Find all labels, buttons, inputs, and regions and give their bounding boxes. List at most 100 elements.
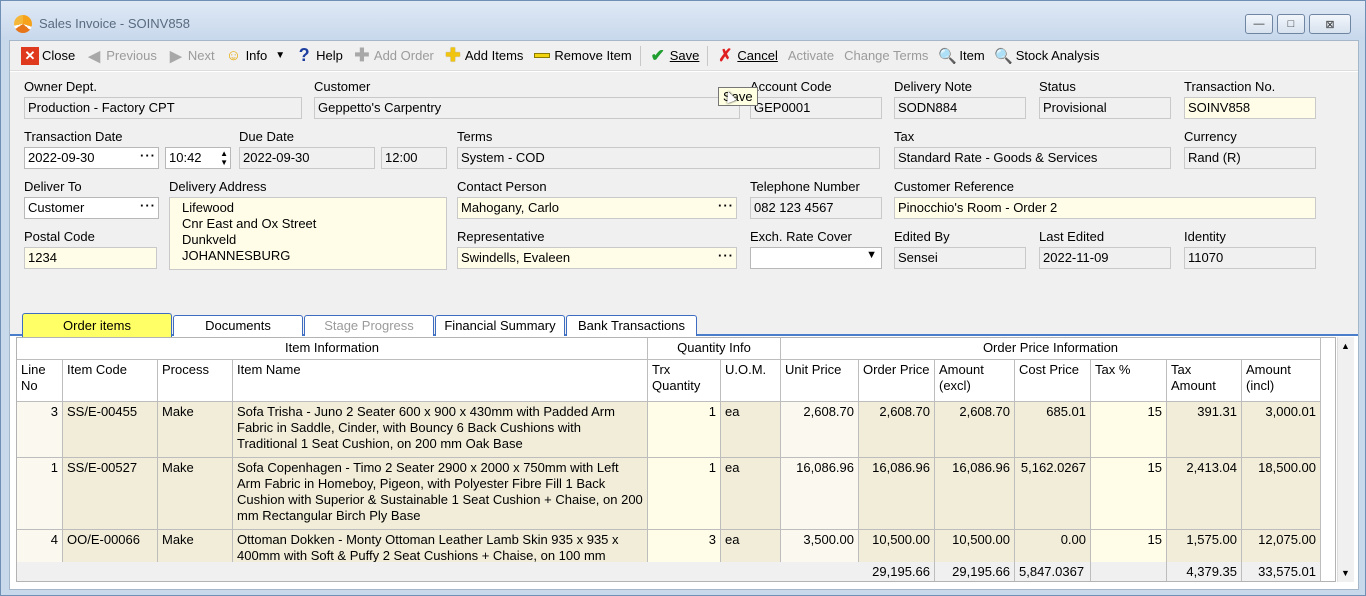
- cell-line-no[interactable]: 1: [17, 458, 63, 530]
- cell-amount-excl[interactable]: 2,608.70: [935, 402, 1015, 458]
- col-header-item-code[interactable]: Item Code: [63, 360, 158, 402]
- ellipsis-icon[interactable]: ···: [140, 148, 156, 163]
- exch-rate-cover-select[interactable]: ▼: [750, 247, 882, 269]
- transaction-no-field[interactable]: SOINV858: [1184, 97, 1316, 119]
- delivery-note-field[interactable]: SODN884: [894, 97, 1026, 119]
- tab-stage-progress[interactable]: Stage Progress: [304, 315, 434, 336]
- contact-person-field[interactable]: Mahogany, Carlo ···: [457, 197, 737, 219]
- cell-process[interactable]: Make: [158, 402, 233, 458]
- cell-item-code[interactable]: SS/E-00527: [63, 458, 158, 530]
- change-terms-button[interactable]: Change Terms: [839, 44, 933, 68]
- col-header-uom[interactable]: U.O.M.: [721, 360, 781, 402]
- ellipsis-icon[interactable]: ···: [140, 198, 156, 213]
- cell-uom[interactable]: ea: [721, 402, 781, 458]
- cell-item-code[interactable]: SS/E-00455: [63, 402, 158, 458]
- col-header-unit-price[interactable]: Unit Price: [781, 360, 859, 402]
- tab-bank-transactions[interactable]: Bank Transactions: [566, 315, 697, 336]
- total-tax-amount: 4,379.35: [1167, 562, 1242, 581]
- deliver-to-field[interactable]: Customer ···: [24, 197, 159, 219]
- close-window-button[interactable]: ⊠: [1309, 14, 1351, 34]
- col-header-process[interactable]: Process: [158, 360, 233, 402]
- cell-order-price[interactable]: 2,608.70: [859, 402, 935, 458]
- due-time-field[interactable]: 12:00: [381, 147, 447, 169]
- chevron-down-icon[interactable]: ▼: [866, 249, 877, 261]
- scroll-up-icon[interactable]: ▲: [1341, 341, 1350, 351]
- identity-field[interactable]: 11070: [1184, 247, 1316, 269]
- activate-button[interactable]: Activate: [783, 44, 839, 68]
- terms-field[interactable]: System - COD: [457, 147, 880, 169]
- spinner-icon[interactable]: ▲ ▼: [220, 149, 228, 167]
- toolbar-separator: [707, 45, 709, 66]
- cell-tax-amount[interactable]: 391.31: [1167, 402, 1242, 458]
- transaction-time-field[interactable]: 10:42 ▲ ▼: [165, 147, 231, 169]
- cell-amount-incl[interactable]: 18,500.00: [1242, 458, 1321, 530]
- cell-tax-pct[interactable]: 15: [1091, 458, 1167, 530]
- maximize-button[interactable]: □: [1277, 14, 1305, 34]
- cell-item-name[interactable]: Sofa Copenhagen - Timo 2 Seater 2900 x 2…: [233, 458, 648, 530]
- tab-financial-summary[interactable]: Financial Summary: [435, 315, 565, 336]
- currency-field[interactable]: Rand (R): [1184, 147, 1316, 169]
- customer-field[interactable]: Geppetto's Carpentry: [314, 97, 740, 119]
- close-button[interactable]: ✕ Close: [16, 44, 80, 68]
- item-button[interactable]: 🔍 Item: [933, 44, 989, 68]
- col-header-tax-amount[interactable]: Tax Amount: [1167, 360, 1242, 402]
- last-edited-field[interactable]: 2022-11-09: [1039, 247, 1171, 269]
- cell-tax-pct[interactable]: 15: [1091, 402, 1167, 458]
- col-header-item-name[interactable]: Item Name: [233, 360, 648, 402]
- add-items-button[interactable]: ✚ Add Items: [439, 44, 529, 68]
- add-items-label: Add Items: [464, 48, 524, 63]
- ellipsis-icon[interactable]: ···: [718, 248, 734, 263]
- col-header-line-no[interactable]: Line No: [17, 360, 63, 402]
- next-button[interactable]: ▶ Next: [162, 44, 220, 68]
- representative-label: Representative: [457, 229, 545, 244]
- tax-field[interactable]: Standard Rate - Goods & Services: [894, 147, 1171, 169]
- customer-reference-field[interactable]: Pinocchio's Room - Order 2: [894, 197, 1316, 219]
- cell-trx-quantity[interactable]: 1: [648, 402, 721, 458]
- cell-cost-price[interactable]: 5,162.0267: [1015, 458, 1091, 530]
- previous-button[interactable]: ◀ Previous: [80, 44, 162, 68]
- col-header-amount-incl[interactable]: Amount (incl): [1242, 360, 1321, 402]
- account-code-field[interactable]: GEP0001: [750, 97, 882, 119]
- postal-code-field[interactable]: 1234: [24, 247, 157, 269]
- contact-person-label: Contact Person: [457, 179, 547, 194]
- edited-by-field[interactable]: Sensei: [894, 247, 1026, 269]
- due-date-field[interactable]: 2022-09-30: [239, 147, 375, 169]
- cell-trx-quantity[interactable]: 1: [648, 458, 721, 530]
- status-field[interactable]: Provisional: [1039, 97, 1171, 119]
- add-order-button[interactable]: ✚ Add Order: [348, 44, 439, 68]
- cell-tax-amount[interactable]: 2,413.04: [1167, 458, 1242, 530]
- status-label: Status: [1039, 79, 1076, 94]
- tab-documents[interactable]: Documents: [173, 315, 303, 336]
- save-button[interactable]: ✔ Save: [644, 44, 705, 68]
- cell-cost-price[interactable]: 685.01: [1015, 402, 1091, 458]
- cancel-button[interactable]: ✗ Cancel: [711, 44, 782, 68]
- tab-order-items[interactable]: Order items: [22, 313, 172, 337]
- cell-order-price[interactable]: 16,086.96: [859, 458, 935, 530]
- cell-process[interactable]: Make: [158, 458, 233, 530]
- cell-amount-incl[interactable]: 3,000.01: [1242, 402, 1321, 458]
- cell-unit-price[interactable]: 16,086.96: [781, 458, 859, 530]
- ellipsis-icon[interactable]: ···: [718, 198, 734, 213]
- col-header-trx-quantity[interactable]: Trx Quantity: [648, 360, 721, 402]
- representative-field[interactable]: Swindells, Evaleen ···: [457, 247, 737, 269]
- cell-unit-price[interactable]: 2,608.70: [781, 402, 859, 458]
- col-header-cost-price[interactable]: Cost Price: [1015, 360, 1091, 402]
- stock-analysis-button[interactable]: 🔍 Stock Analysis: [990, 44, 1105, 68]
- owner-dept-field[interactable]: Production - Factory CPT: [24, 97, 302, 119]
- cell-line-no[interactable]: 3: [17, 402, 63, 458]
- scroll-down-icon[interactable]: ▼: [1341, 568, 1350, 578]
- help-button[interactable]: ? Help: [290, 44, 348, 68]
- col-header-tax-pct[interactable]: Tax %: [1091, 360, 1167, 402]
- delivery-address-field[interactable]: Lifewood Cnr East and Ox Street Dunkveld…: [169, 197, 447, 270]
- col-header-order-price[interactable]: Order Price: [859, 360, 935, 402]
- cell-amount-excl[interactable]: 16,086.96: [935, 458, 1015, 530]
- remove-item-button[interactable]: Remove Item: [528, 44, 636, 68]
- telephone-field[interactable]: 082 123 4567: [750, 197, 882, 219]
- cell-uom[interactable]: ea: [721, 458, 781, 530]
- cell-item-name[interactable]: Sofa Trisha - Juno 2 Seater 600 x 900 x …: [233, 402, 648, 458]
- col-header-amount-excl[interactable]: Amount (excl): [935, 360, 1015, 402]
- grid-scrollbar[interactable]: ▲ ▼: [1337, 337, 1354, 582]
- transaction-date-field[interactable]: 2022-09-30 ···: [24, 147, 159, 169]
- minimize-button[interactable]: —: [1245, 14, 1273, 34]
- info-button[interactable]: ☺ Info ▼: [220, 44, 291, 68]
